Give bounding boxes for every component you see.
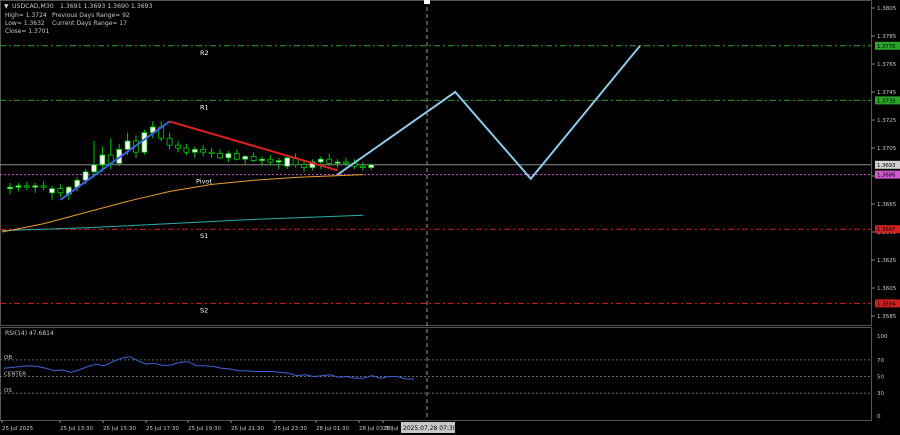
candle-body <box>99 154 106 166</box>
price-tick-label: 1.3745 <box>877 90 897 96</box>
level-label-r2: R2 <box>200 49 209 57</box>
candle-body <box>191 148 198 153</box>
candle-body <box>15 185 22 188</box>
candle-body <box>225 153 232 159</box>
level-price-label-pivot: 1.3686 <box>877 173 896 179</box>
dropdown-triangle-icon[interactable]: ▼ <box>4 3 9 10</box>
time-tick-label: 28 Jul <box>383 426 399 432</box>
candle-body <box>32 185 39 188</box>
candle-body <box>275 160 282 163</box>
candle-body <box>200 148 207 153</box>
candle-body <box>334 161 341 164</box>
candle-body <box>250 155 257 161</box>
candle-body <box>175 144 181 149</box>
candle-body <box>141 132 148 153</box>
candle-body <box>82 171 89 181</box>
level-price-label-r1: 1.3739 <box>877 98 896 104</box>
time-tick-label: 25 Jul 17:30 <box>146 426 179 432</box>
rsi-title: RSI(14) 47.6814 <box>5 330 54 337</box>
price-tick-label: 1.3605 <box>877 286 897 292</box>
candle-body <box>91 164 97 173</box>
trading-chart[interactable]: ▼ USDCAD,M30 1.3691 1.3693 1.3690 1.3693… <box>0 0 900 435</box>
candle-body <box>317 158 324 163</box>
symbol-label: USDCAD,M30 <box>12 3 54 10</box>
high-label: High= 1.3724 <box>5 12 47 19</box>
rsi-tick-label: 0 <box>877 414 881 420</box>
time-tick-label: 25 Jul 15:30 <box>103 426 136 432</box>
price-tick-label: 1.3725 <box>877 118 897 124</box>
rsi-level-label-os: OS <box>4 388 12 394</box>
time-tick-label: 25 Jul 13:30 <box>60 426 93 432</box>
level-price-label-r2: 1.3778 <box>877 44 896 50</box>
close-label: Close= 1.3701 <box>5 28 49 35</box>
price-tick-label: 1.3705 <box>877 146 897 152</box>
candle-body <box>57 188 64 194</box>
candle-body <box>124 140 131 150</box>
candle-body <box>259 158 265 161</box>
candle-body <box>217 153 223 159</box>
time-cursor-label: 2025.07.28 07:30 <box>403 425 457 432</box>
level-label-s1: S1 <box>200 232 208 240</box>
level-label-s2: S2 <box>200 306 208 314</box>
rsi-tick-label: 50 <box>877 375 884 381</box>
ohlc-values: 1.3691 1.3693 1.3690 1.3693 <box>60 3 153 10</box>
candle-body <box>343 161 349 164</box>
candle-body <box>368 164 375 169</box>
candle-body <box>7 186 13 189</box>
rsi-tick-label: 70 <box>877 358 884 364</box>
time-tick-label: 25 Jul 23:30 <box>274 426 307 432</box>
candle-body <box>301 164 307 169</box>
candle-body <box>284 157 291 167</box>
low-label: Low= 1.3632 <box>5 20 45 27</box>
candle-body <box>208 151 215 154</box>
previous-days-range-label: Previous Days Range= 92 <box>52 12 130 19</box>
candle-body <box>23 185 30 188</box>
price-tick-label: 1.3585 <box>877 314 897 320</box>
candle-body <box>326 158 333 164</box>
candle-body <box>183 147 190 153</box>
time-tick-label: 25 Jul 21:30 <box>231 426 264 432</box>
rsi-level-label-ob: OB <box>4 355 12 361</box>
candle-body <box>40 185 47 188</box>
time-tick-label: 25 Jul 19:30 <box>188 426 221 432</box>
price-tick-label: 1.3665 <box>877 202 897 208</box>
price-tick-label: 1.3785 <box>877 34 897 40</box>
candle-body <box>242 155 249 160</box>
time-cursor-marker <box>424 0 430 4</box>
candle-body <box>267 158 274 163</box>
time-tick-label: 28 Jul 01:30 <box>316 426 349 432</box>
price-tick-label: 1.3625 <box>877 258 897 264</box>
candle[interactable] <box>141 129 148 155</box>
rsi-tick-label: 30 <box>877 391 884 397</box>
rsi-tick-label: 100 <box>877 334 888 340</box>
level-label-r1: R1 <box>200 103 209 111</box>
candle-body <box>166 137 173 146</box>
current-days-range-label: Current Days Range= 17 <box>52 20 127 27</box>
price-tick-label: 1.3805 <box>877 6 897 12</box>
time-tick-label: 25 Jul 2025 <box>2 426 34 432</box>
level-price-label-s1: 1.3647 <box>877 227 896 233</box>
price-tick-label: 1.3765 <box>877 62 897 68</box>
level-price-label-s2: 1.3594 <box>877 301 896 307</box>
candle-body <box>49 188 55 194</box>
rsi-level-label-center: CENTER <box>4 372 26 378</box>
current-price-label: 1.3693 <box>877 163 896 169</box>
candle-body <box>233 153 240 160</box>
candle-body <box>359 165 366 168</box>
